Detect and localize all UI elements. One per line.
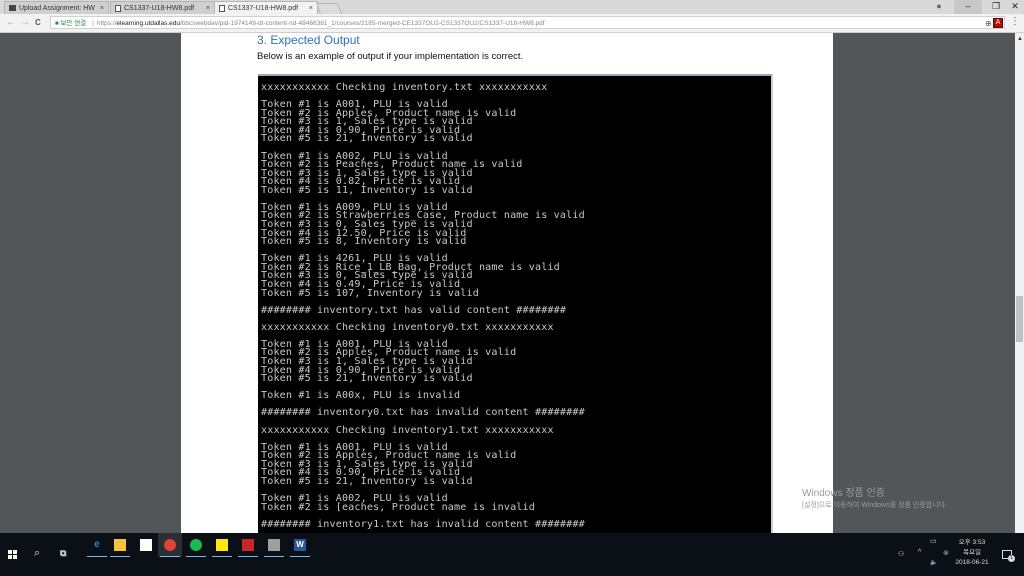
kakaotalk-icon	[216, 539, 228, 551]
scroll-thumb[interactable]	[1016, 296, 1023, 342]
browser-menu-button[interactable]: ⋮	[1010, 16, 1020, 27]
taskbar-app-app-tiles[interactable]	[236, 533, 260, 557]
file-explorer-icon	[114, 539, 126, 551]
new-tab-button[interactable]	[315, 3, 343, 14]
blackboard-icon	[9, 5, 16, 12]
people-icon[interactable]: ⚇	[898, 550, 904, 558]
url-scheme: https://	[96, 20, 117, 27]
separator: |	[92, 20, 94, 27]
lock-icon: ■	[55, 21, 59, 27]
start-button[interactable]	[8, 550, 18, 560]
watermark-title: Windows 정품 인증	[802, 488, 885, 499]
tab-label: CS1337-U18-HW8.pdf	[228, 5, 299, 12]
clock-date: 2018-06-21	[955, 559, 989, 566]
taskbar-app-file-explorer[interactable]	[108, 533, 132, 557]
zoom-icon[interactable]: ⊕	[985, 17, 992, 28]
watermark-subtitle: [설정]으로 이동하여 Windows를 정품 인증합니다.	[802, 502, 948, 509]
search-icon[interactable]: ⌕	[34, 547, 40, 560]
running-indicator	[110, 556, 130, 557]
running-indicator	[186, 556, 206, 557]
forward-button[interactable]: →	[20, 17, 30, 29]
close-tab-icon[interactable]: ×	[309, 2, 313, 14]
notification-count-badge: 1	[1008, 555, 1015, 562]
edge-icon: e	[94, 539, 100, 550]
tab-pdf-active[interactable]: CS1337-U18-HW8.pdf ×	[214, 1, 318, 14]
clock[interactable]: 오후 3:53 목요일 2018-06-21	[950, 537, 994, 569]
taskbar-app-chrome[interactable]	[158, 533, 182, 557]
console-text: xxxxxxxxxxx Checking inventory.txt xxxxx…	[261, 82, 585, 530]
close-tab-icon[interactable]: ×	[206, 2, 210, 14]
tab-label: CS1337-U18-HW8.pdf	[124, 5, 195, 12]
url-path: /bbcswebdav/pid-1974149-dt-content-rid-4…	[180, 20, 545, 27]
tab-upload-assignment[interactable]: Upload Assignment: HW ×	[4, 1, 109, 14]
running-indicator	[160, 556, 180, 557]
task-view-icon[interactable]: ⧉	[60, 548, 66, 559]
running-indicator	[238, 556, 258, 557]
tab-strip: Upload Assignment: HW × CS1337-U18-HW8.p…	[0, 0, 1024, 14]
taskbar-app-spotify[interactable]	[184, 533, 208, 557]
document-icon	[219, 4, 225, 12]
taskbar: ⌕ ⧉ eW ⚇ ^ ▭ ⊗ 🔈 오후 3:53 목요일 2018-06-21 …	[0, 533, 1024, 576]
running-indicator	[264, 556, 284, 557]
pdf-page: 3. Expected Output Below is an example o…	[181, 33, 833, 533]
reload-button[interactable]: C	[35, 17, 41, 29]
acrobat-extension-icon[interactable]: A	[993, 18, 1003, 28]
taskbar-app-store[interactable]	[134, 533, 158, 557]
close-tab-icon[interactable]: ×	[100, 2, 104, 14]
pdf-viewer: 3. Expected Output Below is an example o…	[0, 33, 1015, 533]
section-heading: 3. Expected Output	[257, 33, 360, 47]
app-tiles-icon	[242, 539, 254, 551]
close-window-button[interactable]: ✕	[1001, 0, 1024, 14]
windows-activation-watermark: Windows 정품 인증 [설정]으로 이동하여 Windows를 정품 인증…	[802, 484, 947, 510]
volume-icon[interactable]: 🔈	[930, 559, 937, 566]
spotify-icon	[190, 539, 202, 551]
taskbar-app-edge[interactable]: e	[85, 533, 109, 557]
running-indicator	[290, 556, 310, 557]
url-host: elearning.utdallas.edu	[116, 20, 180, 27]
paint-icon	[268, 539, 280, 551]
intro-text: Below is an example of output if your im…	[257, 51, 524, 62]
show-hidden-icons-chevron[interactable]: ^	[918, 549, 921, 556]
taskbar-app-word[interactable]: W	[288, 533, 312, 557]
console-output-image: xxxxxxxxxxx Checking inventory.txt xxxxx…	[258, 74, 773, 533]
vertical-scrollbar[interactable]: ▲	[1015, 33, 1024, 533]
store-icon	[140, 539, 152, 551]
word-icon: W	[294, 539, 306, 551]
tab-label: Upload Assignment: HW	[19, 5, 95, 12]
taskbar-app-paint[interactable]	[262, 533, 286, 557]
running-indicator	[212, 556, 232, 557]
minimize-button[interactable]: –	[954, 0, 982, 14]
secure-label: 보안 연결	[60, 20, 87, 27]
running-indicator	[87, 556, 107, 557]
taskbar-app-kakaotalk[interactable]	[210, 533, 234, 557]
document-icon	[115, 4, 121, 12]
back-button[interactable]: ←	[6, 17, 16, 29]
network-icon[interactable]: ▭	[930, 537, 937, 545]
tab-pdf-1[interactable]: CS1337-U18-HW8.pdf ×	[110, 1, 215, 14]
address-bar[interactable]: ■ 보안 연결 | https://elearning.utdallas.edu/b…	[50, 16, 1005, 29]
browser-toolbar: ← → C ■ 보안 연결 | https://elearning.utdallas…	[0, 14, 1024, 33]
scroll-up-arrow-icon[interactable]: ▲	[1017, 36, 1023, 42]
chrome-icon	[164, 539, 176, 551]
profile-icon[interactable]: ●	[925, 0, 953, 14]
ime-icon[interactable]: ⊗	[943, 549, 949, 557]
